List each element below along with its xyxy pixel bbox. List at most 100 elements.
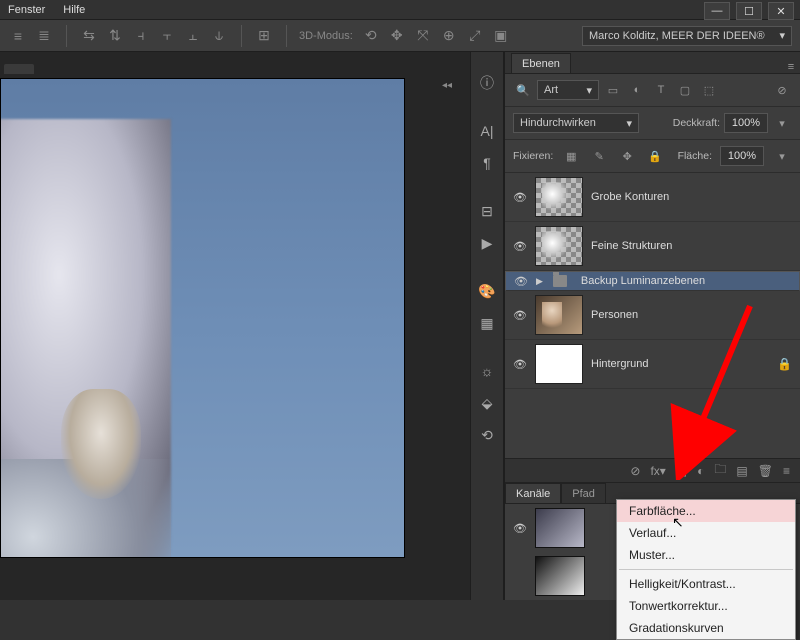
swatches-icon[interactable]: ▦ xyxy=(474,310,500,336)
panel-menu-icon[interactable]: ≡ xyxy=(782,61,800,73)
lock-position-icon[interactable]: ✥ xyxy=(617,146,637,166)
distribute-icon[interactable]: ⇆ xyxy=(79,26,99,46)
auto-icon[interactable]: ⊞ xyxy=(254,26,274,46)
blend-mode-select[interactable]: Hindurchwirken▾ xyxy=(513,113,639,133)
mode3d-label: 3D-Modus: xyxy=(299,30,353,42)
filter-type-icon[interactable]: T xyxy=(651,80,671,100)
layers-tab[interactable]: Ebenen xyxy=(511,53,571,73)
layer-name[interactable]: Backup Luminanzebenen xyxy=(581,275,791,287)
filter-pixel-icon[interactable]: ▭ xyxy=(603,80,623,100)
minimize-button[interactable]: — xyxy=(704,2,730,20)
lock-pixels-icon[interactable]: ✎ xyxy=(589,146,609,166)
menu-solid-color[interactable]: Farbfläche... xyxy=(617,500,795,522)
layer-thumb[interactable] xyxy=(535,226,583,266)
maximize-button[interactable]: ☐ xyxy=(736,2,762,20)
paragraph-icon[interactable]: ¶ xyxy=(474,150,500,176)
lock-all-icon[interactable]: 🔒 xyxy=(645,146,665,166)
layer-row[interactable]: 👁 Personen xyxy=(505,291,800,340)
menu-window[interactable]: Fenster xyxy=(8,4,45,16)
lock-transparent-icon[interactable]: ▦ xyxy=(561,146,581,166)
workspace-preset-select[interactable]: Marco Kolditz, MEER DER IDEEN®▾ xyxy=(582,26,792,46)
canvas[interactable] xyxy=(0,78,405,558)
lock-icon: 🔒 xyxy=(777,357,792,371)
group-icon[interactable]: 🗀 xyxy=(714,460,726,481)
layer-name[interactable]: Feine Strukturen xyxy=(591,240,792,252)
search-icon[interactable]: 🔍 xyxy=(513,80,533,100)
visibility-icon[interactable]: 👁 xyxy=(513,240,527,253)
layer-name[interactable]: Personen xyxy=(591,309,792,321)
delete-icon[interactable]: 🗑 xyxy=(758,464,773,478)
opacity-dropdown-icon[interactable]: ▾ xyxy=(772,113,792,133)
menu-separator xyxy=(619,569,793,570)
menu-levels[interactable]: Tonwertkorrektur... xyxy=(617,595,795,617)
filter-smart-icon[interactable]: ⬚ xyxy=(699,80,719,100)
close-button[interactable]: ✕ xyxy=(768,2,794,20)
visibility-icon[interactable]: 👁 xyxy=(513,309,527,322)
document-tab[interactable] xyxy=(4,64,34,74)
actions-icon[interactable]: ▶ xyxy=(474,230,500,256)
collapse-icon[interactable]: ◂◂ xyxy=(442,80,452,91)
layer-row[interactable]: 👁 Grobe Konturen xyxy=(505,173,800,222)
mask-icon[interactable]: ▣ xyxy=(676,464,687,478)
layer-name[interactable]: Grobe Konturen xyxy=(591,191,792,203)
info-icon[interactable]: ⓘ xyxy=(474,70,500,96)
channels-tab[interactable]: Kanäle xyxy=(505,483,561,503)
fill-dropdown-icon[interactable]: ▾ xyxy=(772,146,792,166)
3d-orbit-icon[interactable]: ⟲ xyxy=(361,26,381,46)
distribute6-icon[interactable]: ⫝ xyxy=(209,26,229,46)
filter-adjust-icon[interactable]: ◐ xyxy=(627,80,647,100)
layer-row[interactable]: 👁 Feine Strukturen xyxy=(505,222,800,271)
lock-label: Fixieren: xyxy=(513,150,553,162)
fx-icon[interactable]: fx▾ xyxy=(650,464,665,478)
workspace-preset-label: Marco Kolditz, MEER DER IDEEN® xyxy=(589,30,765,42)
paths-tab[interactable]: Pfad xyxy=(561,483,606,503)
layer-group-row[interactable]: 👁 ▶ Backup Luminanzebenen xyxy=(505,271,800,291)
visibility-icon[interactable]: 👁 xyxy=(513,522,527,535)
3d-scale-icon[interactable]: ⤢ xyxy=(465,26,485,46)
menu-curves[interactable]: Gradationskurven xyxy=(617,617,795,639)
menu-gradient[interactable]: Verlauf... xyxy=(617,522,795,544)
panel-menu2-icon[interactable]: ≡ xyxy=(783,464,790,478)
history-icon[interactable]: ⟲ xyxy=(474,422,500,448)
disclosure-icon[interactable]: ▶ xyxy=(536,276,543,287)
collapsed-panel-strip: ⓘ A| ¶ ⊟ ▶ 🎨 ▦ ☼ ⬙ ⟲ xyxy=(470,52,504,600)
layer-thumb[interactable] xyxy=(535,295,583,335)
styles-icon[interactable]: ⬙ xyxy=(474,390,500,416)
distribute3-icon[interactable]: ⫞ xyxy=(131,26,151,46)
adjust-icon[interactable]: ☼ xyxy=(474,358,500,384)
layer-name[interactable]: Hintergrund xyxy=(591,358,769,370)
document-area xyxy=(0,52,470,600)
3d-camera-icon[interactable]: ▣ xyxy=(491,26,511,46)
channel-thumb[interactable] xyxy=(535,556,585,596)
layer-row[interactable]: 👁 Hintergrund 🔒 xyxy=(505,340,800,389)
layer-thumb[interactable] xyxy=(535,344,583,384)
3d-pan-icon[interactable]: ✥ xyxy=(387,26,407,46)
3d-move-icon[interactable]: ⤧ xyxy=(413,26,433,46)
link-icon[interactable]: ⊘ xyxy=(630,464,640,478)
3d-zoom-icon[interactable]: ⊕ xyxy=(439,26,459,46)
align-center-icon[interactable]: ≣ xyxy=(34,26,54,46)
color-icon[interactable]: 🎨 xyxy=(474,278,500,304)
align-left-icon[interactable]: ≡ xyxy=(8,26,28,46)
layer-kind-select[interactable]: Art▾ xyxy=(537,80,599,100)
filter-toggle-icon[interactable]: ⊘ xyxy=(772,80,792,100)
visibility-icon[interactable]: 👁 xyxy=(513,358,527,371)
menu-brightness-contrast[interactable]: Helligkeit/Kontrast... xyxy=(617,573,795,595)
distribute4-icon[interactable]: ⫟ xyxy=(157,26,177,46)
filter-shape-icon[interactable]: ▢ xyxy=(675,80,695,100)
properties-icon[interactable]: ⊟ xyxy=(474,198,500,224)
new-layer-icon[interactable]: ▤ xyxy=(736,464,747,478)
distribute2-icon[interactable]: ⇅ xyxy=(105,26,125,46)
layers-list: 👁 Grobe Konturen 👁 Feine Strukturen 👁 ▶ … xyxy=(505,173,800,458)
menu-help[interactable]: Hilfe xyxy=(63,4,85,16)
distribute5-icon[interactable]: ⫠ xyxy=(183,26,203,46)
opacity-input[interactable]: 100% xyxy=(724,113,768,133)
menu-pattern[interactable]: Muster... xyxy=(617,544,795,566)
visibility-icon[interactable]: 👁 xyxy=(513,191,527,204)
channel-thumb[interactable] xyxy=(535,508,585,548)
adjustment-layer-icon[interactable]: ◐ xyxy=(697,464,704,478)
visibility-icon[interactable]: 👁 xyxy=(514,275,528,288)
layer-thumb[interactable] xyxy=(535,177,583,217)
character-icon[interactable]: A| xyxy=(474,118,500,144)
fill-input[interactable]: 100% xyxy=(720,146,764,166)
